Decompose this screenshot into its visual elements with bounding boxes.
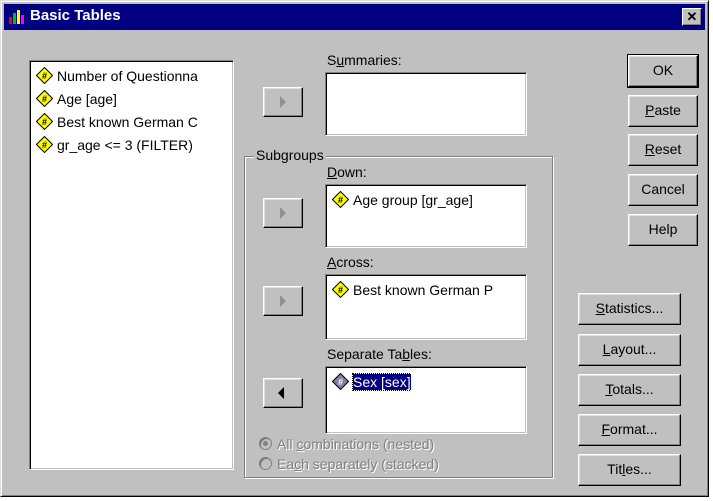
svg-text:#: #: [338, 377, 343, 387]
numeric-variable-icon: #: [332, 281, 349, 298]
radio-each-separately[interactable]: Each separately (stacked): [259, 456, 439, 472]
list-item[interactable]: # Age [age]: [36, 88, 117, 110]
summaries-label: Summaries:: [327, 52, 402, 68]
numeric-variable-icon: #: [36, 136, 53, 153]
svg-text:#: #: [338, 195, 343, 205]
arrow-right-icon: [280, 207, 286, 219]
app-icon: [9, 10, 24, 24]
statistics-button[interactable]: Statistics...: [578, 293, 681, 325]
layout-button[interactable]: Layout...: [578, 334, 681, 366]
numeric-variable-icon: #: [332, 191, 349, 208]
cancel-button[interactable]: Cancel: [628, 174, 698, 206]
window-title: Basic Tables: [30, 7, 121, 24]
basic-tables-dialog: Basic Tables ✕ # Number of Questionna # Ag…: [0, 0, 709, 497]
svg-text:#: #: [42, 140, 47, 150]
help-button[interactable]: Help: [628, 214, 698, 246]
arrow-left-icon: [278, 387, 284, 399]
numeric-variable-icon: #: [36, 113, 53, 130]
down-label: Down:: [327, 164, 367, 180]
radio-selected-icon: [259, 437, 272, 450]
paste-button[interactable]: Paste: [628, 95, 698, 127]
summaries-list[interactable]: [325, 72, 527, 136]
title-bar: Basic Tables ✕: [4, 4, 705, 30]
close-icon: ✕: [686, 9, 698, 24]
selected-item[interactable]: Sex [sex]: [352, 373, 411, 391]
list-item[interactable]: # Best known German P: [332, 279, 493, 301]
separate-tables-label: Separate Tables:: [327, 346, 432, 362]
svg-text:#: #: [42, 117, 47, 127]
list-item[interactable]: # Best known German C: [36, 111, 198, 133]
separate-tables-move-button[interactable]: [263, 378, 303, 408]
radio-all-combinations[interactable]: All combinations (nested): [259, 436, 434, 452]
titles-button[interactable]: Titles...: [578, 454, 681, 486]
list-item[interactable]: # Number of Questionna: [36, 65, 198, 87]
svg-text:#: #: [42, 94, 47, 104]
list-item[interactable]: # gr_age <= 3 (FILTER): [36, 134, 193, 156]
reset-button[interactable]: Reset: [628, 134, 698, 166]
radio-empty-icon: [259, 457, 272, 470]
across-label: Across:: [327, 254, 374, 270]
down-move-button[interactable]: [263, 198, 303, 228]
svg-text:#: #: [42, 71, 47, 81]
across-list[interactable]: # Best known German P: [325, 274, 527, 340]
list-item[interactable]: # Age group [gr_age]: [332, 189, 473, 211]
arrow-right-icon: [280, 295, 286, 307]
close-button[interactable]: ✕: [682, 8, 702, 26]
across-move-button[interactable]: [263, 286, 303, 316]
ok-button[interactable]: OK: [627, 54, 699, 88]
arrow-right-icon: [280, 96, 286, 108]
variable-list[interactable]: # Number of Questionna # Age [age] # Best k…: [29, 60, 234, 470]
format-button[interactable]: Format...: [578, 414, 681, 446]
subgroups-label: Subgroups: [254, 147, 326, 163]
totals-button[interactable]: Totals...: [578, 374, 681, 406]
numeric-variable-icon: #: [36, 67, 53, 84]
down-list[interactable]: # Age group [gr_age]: [325, 184, 527, 248]
numeric-variable-icon: #: [332, 373, 349, 390]
separate-tables-list[interactable]: # Sex [sex]: [325, 366, 527, 434]
list-item[interactable]: # Sex [sex]: [332, 371, 411, 393]
summaries-move-button[interactable]: [263, 87, 303, 117]
numeric-variable-icon: #: [36, 90, 53, 107]
svg-text:#: #: [338, 285, 343, 295]
